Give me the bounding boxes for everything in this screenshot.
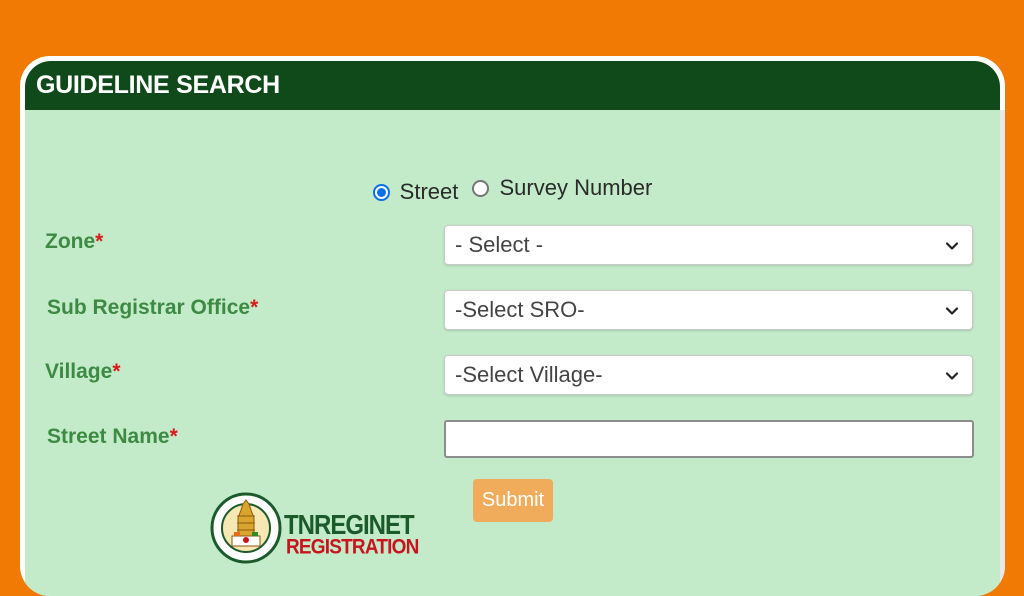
radio-survey-number[interactable]: Survey Number	[472, 175, 652, 201]
chevron-down-icon	[946, 307, 958, 315]
tamilnadu-emblem-icon	[210, 492, 282, 564]
sro-select[interactable]: -Select SRO-	[444, 290, 973, 330]
submit-button[interactable]: Submit	[473, 479, 553, 522]
street-name-required-mark: *	[169, 425, 178, 448]
street-name-label: Street Name*	[47, 425, 178, 449]
page-title: GUIDELINE SEARCH	[36, 71, 280, 99]
radio-survey-number-label: Survey Number	[499, 175, 653, 200]
sro-required-mark: *	[250, 296, 259, 319]
zone-select-value: - Select -	[455, 232, 544, 257]
sro-label-text: Sub Registrar Office	[47, 296, 251, 319]
zone-label-text: Zone	[45, 230, 96, 253]
village-label-text: Village	[45, 360, 113, 383]
guideline-search-panel: GUIDELINE SEARCH Street Survey Number Zo…	[20, 56, 1005, 596]
radio-street-label: Street	[399, 179, 459, 204]
village-required-mark: *	[112, 360, 121, 383]
panel-body: Street Survey Number Zone* - Select - Su…	[25, 110, 1000, 596]
search-type-radio-group: Street Survey Number	[25, 175, 1000, 205]
radio-street-indicator[interactable]	[372, 183, 390, 201]
tnreginet-logo: TNREGINET REGISTRATION	[210, 488, 419, 568]
sro-select-value: -Select SRO-	[455, 297, 585, 322]
panel-header: GUIDELINE SEARCH	[25, 61, 1000, 110]
street-name-input[interactable]	[444, 420, 974, 458]
chevron-down-icon	[946, 372, 958, 380]
zone-required-mark: *	[95, 230, 104, 253]
street-name-label-text: Street Name	[47, 425, 170, 448]
village-select[interactable]: -Select Village-	[444, 355, 973, 395]
village-select-value: -Select Village-	[455, 362, 603, 387]
chevron-down-icon	[946, 242, 958, 250]
village-label: Village*	[45, 360, 121, 384]
zone-label: Zone*	[45, 230, 103, 254]
radio-survey-number-indicator[interactable]	[472, 179, 490, 197]
radio-street[interactable]: Street	[372, 179, 459, 205]
scrollbar-edge	[1000, 110, 1005, 596]
logo-line-2: REGISTRATION	[286, 536, 419, 560]
sro-label: Sub Registrar Office*	[47, 296, 258, 320]
zone-select[interactable]: - Select -	[444, 225, 973, 265]
